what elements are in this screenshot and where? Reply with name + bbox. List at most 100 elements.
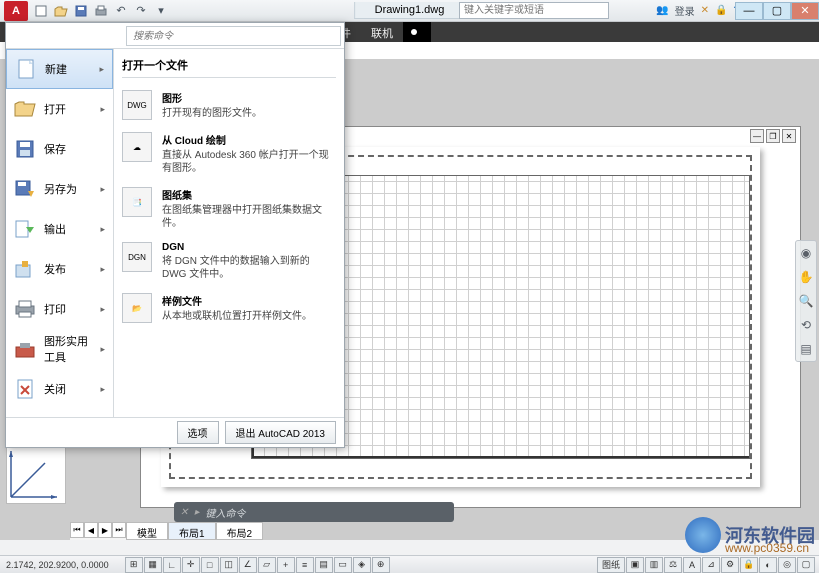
menu-item-label: 另存为 (44, 181, 77, 197)
status-quickview-icon[interactable]: ▥ (645, 557, 663, 573)
tpy-toggle-icon[interactable]: ▤ (315, 557, 333, 573)
doc-minimize-icon[interactable]: — (750, 129, 764, 143)
close-button[interactable]: ✕ (791, 2, 819, 20)
infocenter-icon[interactable]: 🔒 (715, 5, 727, 16)
cmdline-close-icon[interactable]: ✕ (180, 507, 188, 518)
toolbox-icon (14, 338, 36, 360)
chevron-right-icon: ▸ (100, 184, 105, 195)
options-button[interactable]: 选项 (177, 421, 219, 444)
dgn-file-icon: DGN (122, 242, 152, 272)
detail-title: 样例文件 (162, 293, 312, 308)
qa-dropdown-icon[interactable]: ▾ (152, 2, 170, 20)
detail-desc: 从本地或联机位置打开样例文件。 (162, 310, 312, 323)
command-line[interactable]: ✕ ▸ 键入命令 (174, 502, 454, 522)
layout-tab-1[interactable]: 布局1 (168, 522, 216, 540)
menu-item-close[interactable]: 关闭 ▸ (6, 369, 113, 409)
open-icon[interactable] (52, 2, 70, 20)
quick-access-toolbar: ↶ ↷ ▾ (32, 2, 170, 20)
minimize-button[interactable]: — (735, 2, 763, 20)
chevron-right-icon: ▸ (100, 344, 105, 355)
ribbon-tab-online[interactable]: 联机 (361, 22, 403, 42)
new-icon[interactable] (32, 2, 50, 20)
detail-item-dgn[interactable]: DGN DGN将 DGN 文件中的数据输入到新的 DWG 文件中。 (122, 236, 336, 287)
ducs-toggle-icon[interactable]: ▱ (258, 557, 276, 573)
grid-toggle-icon[interactable]: ▦ (144, 557, 162, 573)
status-annoscale-icon[interactable]: А (683, 557, 701, 573)
nav-orbit-icon[interactable]: ⟲ (796, 313, 816, 337)
status-layout-icon[interactable]: ▣ (626, 557, 644, 573)
menu-item-new[interactable]: 新建 ▸ (6, 49, 113, 89)
sheetset-icon: 📑 (122, 187, 152, 217)
layout-tabs: ⏮ ◀ ▶ ⏭ 模型 布局1 布局2 (70, 522, 263, 540)
chevron-right-icon: ▸ (100, 264, 105, 275)
snap-toggle-icon[interactable]: ⊞ (125, 557, 143, 573)
menu-item-label: 保存 (44, 141, 66, 157)
save-icon[interactable] (72, 2, 90, 20)
menu-item-label: 关闭 (44, 381, 66, 397)
menu-detail-panel: 打开一个文件 DWG 图形打开现有的图形文件。 ☁ 从 Cloud 绘制直接从 … (114, 49, 344, 417)
express-tools-button[interactable] (403, 22, 431, 42)
qp-toggle-icon[interactable]: ▭ (334, 557, 352, 573)
layout-tab-model[interactable]: 模型 (126, 522, 168, 540)
menu-item-open[interactable]: 打开 ▸ (6, 89, 113, 129)
status-hardware-icon[interactable]: ◐ (759, 557, 777, 573)
detail-item-sheetset[interactable]: 📑 图纸集在图纸集管理器中打开图纸集数据文件。 (122, 181, 336, 236)
doc-close-icon[interactable]: ✕ (782, 129, 796, 143)
login-area[interactable]: 👥 登录 ✕ 🔒 ? (656, 3, 739, 18)
status-lock-icon[interactable]: 🔒 (740, 557, 758, 573)
otrack-toggle-icon[interactable]: ∠ (239, 557, 257, 573)
menu-item-publish[interactable]: 发布 ▸ (6, 249, 113, 289)
menu-item-saveas[interactable]: 另存为 ▸ (6, 169, 113, 209)
cmdline-chevron-icon[interactable]: ▸ (194, 507, 199, 518)
redo-icon[interactable]: ↷ (132, 2, 150, 20)
menu-item-export[interactable]: 输出 ▸ (6, 209, 113, 249)
polar-toggle-icon[interactable]: ✛ (182, 557, 200, 573)
status-annovis-icon[interactable]: ⊿ (702, 557, 720, 573)
layout-tab-2[interactable]: 布局2 (216, 522, 264, 540)
status-ws-icon[interactable]: ⚙ (721, 557, 739, 573)
tab-prev-icon[interactable]: ◀ (84, 522, 98, 538)
menu-item-label: 发布 (44, 261, 66, 277)
detail-title: DGN (162, 242, 336, 253)
tab-next-icon[interactable]: ▶ (98, 522, 112, 538)
nav-showmotion-icon[interactable]: ▤ (796, 337, 816, 361)
status-isolate-icon[interactable]: ◎ (778, 557, 796, 573)
detail-item-sample[interactable]: 📂 样例文件从本地或联机位置打开样例文件。 (122, 287, 336, 329)
dyn-toggle-icon[interactable]: + (277, 557, 295, 573)
window-title: Drawing1.dwg (354, 2, 466, 19)
am-toggle-icon[interactable]: ⊕ (372, 557, 390, 573)
detail-item-cloud[interactable]: ☁ 从 Cloud 绘制直接从 Autodesk 360 帐户打开一个现有图形。 (122, 126, 336, 181)
status-bar: 2.1742, 202.9200, 0.0000 ⊞ ▦ ∟ ✛ □ ◫ ∠ ▱… (0, 555, 819, 573)
maximize-button[interactable]: ▢ (763, 2, 791, 20)
status-clean-icon[interactable]: ▢ (797, 557, 815, 573)
chevron-right-icon: ▸ (100, 224, 105, 235)
detail-title: 图形 (162, 90, 262, 105)
exchange-icon[interactable]: ✕ (701, 5, 709, 16)
coordinate-display[interactable]: 2.1742, 202.9200, 0.0000 (0, 560, 115, 570)
menu-search-input[interactable] (126, 26, 341, 46)
exit-button[interactable]: 退出 AutoCAD 2013 (225, 421, 337, 444)
nav-pan-icon[interactable]: ✋ (796, 265, 816, 289)
doc-restore-icon[interactable]: ❐ (766, 129, 780, 143)
ortho-toggle-icon[interactable]: ∟ (163, 557, 181, 573)
tab-last-icon[interactable]: ⏭ (112, 522, 126, 538)
osnap-toggle-icon[interactable]: □ (201, 557, 219, 573)
help-search-input[interactable] (459, 2, 609, 19)
chevron-right-icon: ▸ (100, 384, 105, 395)
paper-model-toggle[interactable]: 图纸 (597, 557, 625, 573)
nav-wheel-icon[interactable]: ◉ (796, 241, 816, 265)
sc-toggle-icon[interactable]: ◈ (353, 557, 371, 573)
3dosnap-toggle-icon[interactable]: ◫ (220, 557, 238, 573)
nav-zoom-icon[interactable]: 🔍 (796, 289, 816, 313)
app-logo-icon[interactable]: A (4, 1, 28, 21)
menu-search-row (6, 23, 344, 49)
menu-item-save[interactable]: 保存 (6, 129, 113, 169)
menu-item-utilities[interactable]: 图形实用工具 ▸ (6, 329, 113, 369)
menu-item-print[interactable]: 打印 ▸ (6, 289, 113, 329)
tab-first-icon[interactable]: ⏮ (70, 522, 84, 538)
lwt-toggle-icon[interactable]: ≡ (296, 557, 314, 573)
status-scale-icon[interactable]: ⚖ (664, 557, 682, 573)
detail-item-drawing[interactable]: DWG 图形打开现有的图形文件。 (122, 84, 336, 126)
print-icon[interactable] (92, 2, 110, 20)
undo-icon[interactable]: ↶ (112, 2, 130, 20)
